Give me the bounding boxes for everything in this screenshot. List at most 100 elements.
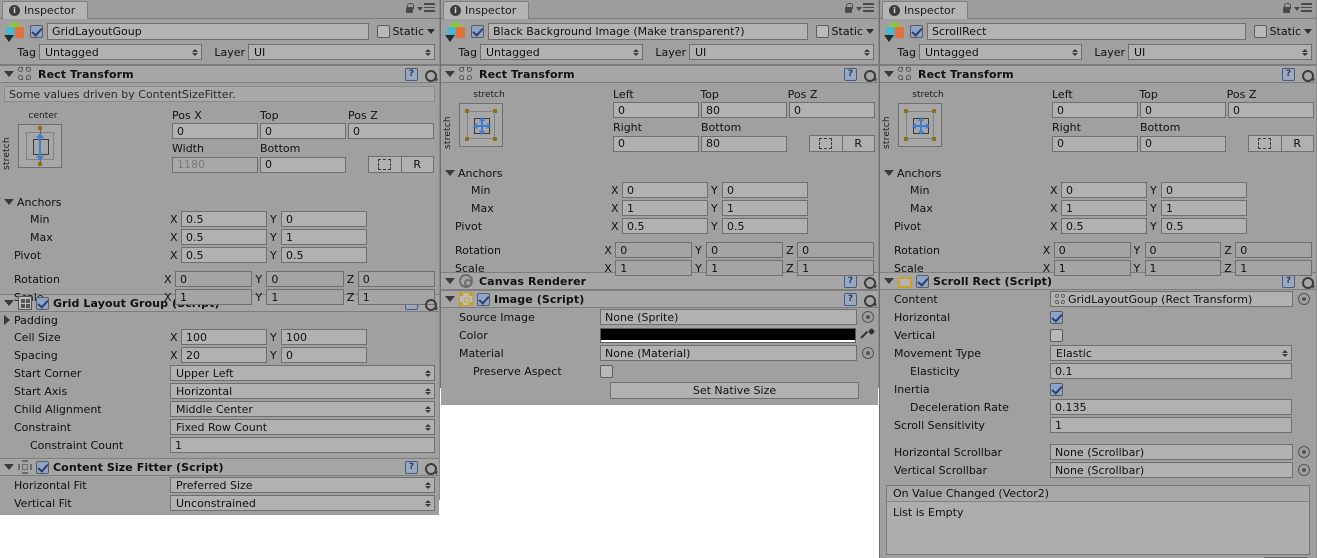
scale-z-field[interactable]: 1 bbox=[1235, 260, 1312, 276]
spacing-y-field[interactable]: 0 bbox=[281, 347, 367, 363]
top-field[interactable]: 0 bbox=[1140, 102, 1226, 118]
help-icon[interactable]: ? bbox=[844, 67, 857, 81]
foldout-icon[interactable] bbox=[445, 296, 455, 302]
blueprint-raw-toggle-group[interactable]: R bbox=[1248, 135, 1314, 152]
content-size-fitter-enabled-checkbox[interactable] bbox=[36, 460, 49, 474]
horizontal-checkbox[interactable] bbox=[1050, 310, 1063, 324]
bottom-field[interactable]: 0 bbox=[260, 156, 346, 173]
scroll-rect-enabled-checkbox[interactable] bbox=[916, 274, 929, 288]
scale-x-field[interactable]: 1 bbox=[615, 260, 693, 276]
foldout-icon[interactable] bbox=[884, 278, 894, 284]
raw-edit-button[interactable]: R bbox=[1280, 136, 1314, 151]
hamburger-menu-icon[interactable] bbox=[856, 3, 874, 14]
object-picker-icon[interactable] bbox=[862, 311, 874, 323]
foldout-icon[interactable] bbox=[4, 464, 14, 470]
gameobject-enabled-checkbox[interactable] bbox=[30, 25, 43, 38]
anchor-min-y-field[interactable]: 0 bbox=[281, 211, 367, 227]
blueprint-raw-toggle-group[interactable]: R bbox=[809, 135, 875, 152]
rotation-x-field[interactable]: 0 bbox=[175, 271, 253, 287]
raw-edit-button[interactable]: R bbox=[841, 136, 875, 151]
anchor-min-x-field[interactable]: 0 bbox=[1061, 182, 1147, 198]
gameobject-enabled-checkbox[interactable] bbox=[910, 25, 923, 38]
object-picker-icon[interactable] bbox=[1298, 464, 1310, 476]
pivot-x-field[interactable]: 0.5 bbox=[622, 218, 708, 234]
anchor-max-x-field[interactable]: 1 bbox=[1061, 200, 1147, 216]
scale-y-field[interactable]: 1 bbox=[1144, 260, 1222, 276]
scale-x-field[interactable]: 1 bbox=[175, 289, 253, 305]
child-alignment-dropdown[interactable]: Middle Center bbox=[170, 401, 435, 417]
chevron-down-icon[interactable] bbox=[1304, 29, 1312, 34]
cell-size-y-field[interactable]: 100 bbox=[281, 329, 367, 345]
lock-icon[interactable] bbox=[1282, 3, 1291, 14]
right-field[interactable]: 0 bbox=[1052, 135, 1138, 152]
anchor-max-x-field[interactable]: 1 bbox=[622, 200, 708, 216]
anchors-foldout-icon[interactable] bbox=[884, 170, 894, 176]
cell-size-x-field[interactable]: 100 bbox=[181, 329, 267, 345]
rotation-x-field[interactable]: 0 bbox=[1053, 242, 1131, 258]
pivot-y-field[interactable]: 0.5 bbox=[722, 218, 808, 234]
lock-icon[interactable] bbox=[405, 3, 414, 14]
anchor-preset-widget[interactable] bbox=[18, 124, 62, 168]
start-corner-dropdown[interactable]: Upper Left bbox=[170, 365, 435, 381]
gear-icon[interactable] bbox=[423, 297, 438, 313]
pivot-x-field[interactable]: 0.5 bbox=[1061, 218, 1147, 234]
static-checkbox[interactable] bbox=[376, 25, 390, 38]
static-checkbox[interactable] bbox=[815, 25, 829, 38]
foldout-icon[interactable] bbox=[4, 71, 14, 77]
gear-icon[interactable] bbox=[862, 68, 877, 84]
help-icon[interactable]: ? bbox=[405, 460, 418, 474]
material-field[interactable]: None (Material) bbox=[600, 345, 857, 361]
left-field[interactable]: 0 bbox=[1052, 102, 1138, 118]
foldout-icon[interactable] bbox=[445, 71, 455, 77]
content-field[interactable]: GridLayoutGoup (Rect Transform) bbox=[1050, 291, 1293, 307]
blueprint-mode-button[interactable] bbox=[810, 136, 842, 151]
bottom-field[interactable]: 80 bbox=[701, 135, 787, 152]
posz-field[interactable]: 0 bbox=[348, 123, 434, 139]
rotation-y-field[interactable]: 0 bbox=[266, 271, 344, 287]
layer-dropdown[interactable]: UI bbox=[248, 44, 435, 60]
vertical-fit-dropdown[interactable]: Unconstrained bbox=[170, 495, 435, 511]
blueprint-mode-button[interactable] bbox=[369, 157, 401, 172]
lock-icon[interactable] bbox=[844, 3, 853, 14]
raw-edit-button[interactable]: R bbox=[400, 157, 434, 172]
layer-dropdown[interactable]: UI bbox=[689, 44, 874, 60]
set-native-size-button[interactable]: Set Native Size bbox=[610, 381, 859, 399]
rotation-y-field[interactable]: 0 bbox=[706, 242, 784, 258]
rotation-z-field[interactable]: 0 bbox=[357, 271, 436, 287]
gear-icon[interactable] bbox=[862, 275, 877, 291]
bottom-field[interactable]: 0 bbox=[1140, 135, 1226, 152]
foldout-icon[interactable] bbox=[445, 278, 455, 284]
component-header-image[interactable]: Image (Script) ? bbox=[441, 290, 878, 309]
gear-icon[interactable] bbox=[862, 293, 877, 309]
component-header-rect-transform[interactable]: Rect Transform ? bbox=[880, 65, 1316, 84]
posz-field[interactable]: 0 bbox=[1228, 102, 1314, 118]
source-image-field[interactable]: None (Sprite) bbox=[600, 309, 857, 325]
start-axis-dropdown[interactable]: Horizontal bbox=[170, 383, 435, 399]
image-enabled-checkbox[interactable] bbox=[477, 292, 490, 306]
preserve-aspect-checkbox[interactable] bbox=[600, 364, 613, 378]
scale-z-field[interactable]: 1 bbox=[797, 260, 874, 276]
hamburger-menu-icon[interactable] bbox=[417, 3, 435, 14]
left-field[interactable]: 0 bbox=[613, 102, 699, 118]
deceleration-rate-field[interactable]: 0.135 bbox=[1050, 399, 1292, 415]
anchor-preset-widget[interactable] bbox=[898, 103, 942, 147]
horizontal-scrollbar-field[interactable]: None (Scrollbar) bbox=[1050, 444, 1293, 460]
anchors-foldout-icon[interactable] bbox=[4, 199, 14, 205]
help-icon[interactable]: ? bbox=[405, 67, 418, 81]
static-checkbox[interactable] bbox=[1253, 25, 1267, 38]
elasticity-field[interactable]: 0.1 bbox=[1050, 363, 1292, 379]
top-field[interactable]: 0 bbox=[260, 123, 346, 139]
gear-icon[interactable] bbox=[1300, 68, 1315, 84]
component-header-rect-transform[interactable]: Rect Transform ? bbox=[441, 65, 878, 84]
spacing-x-field[interactable]: 20 bbox=[181, 347, 267, 363]
pivot-y-field[interactable]: 0.5 bbox=[281, 247, 367, 263]
constraint-dropdown[interactable]: Fixed Row Count bbox=[170, 419, 435, 435]
rotation-z-field[interactable]: 0 bbox=[797, 242, 874, 258]
anchor-min-x-field[interactable]: 0.5 bbox=[181, 211, 267, 227]
gear-icon[interactable] bbox=[423, 68, 438, 84]
component-header-rect-transform[interactable]: Rect Transform ? bbox=[0, 65, 439, 84]
gear-icon[interactable] bbox=[423, 461, 438, 477]
hamburger-menu-icon[interactable] bbox=[1294, 3, 1312, 14]
tab-inspector[interactable]: i Inspector bbox=[443, 1, 530, 19]
scale-y-field[interactable]: 1 bbox=[266, 289, 344, 305]
